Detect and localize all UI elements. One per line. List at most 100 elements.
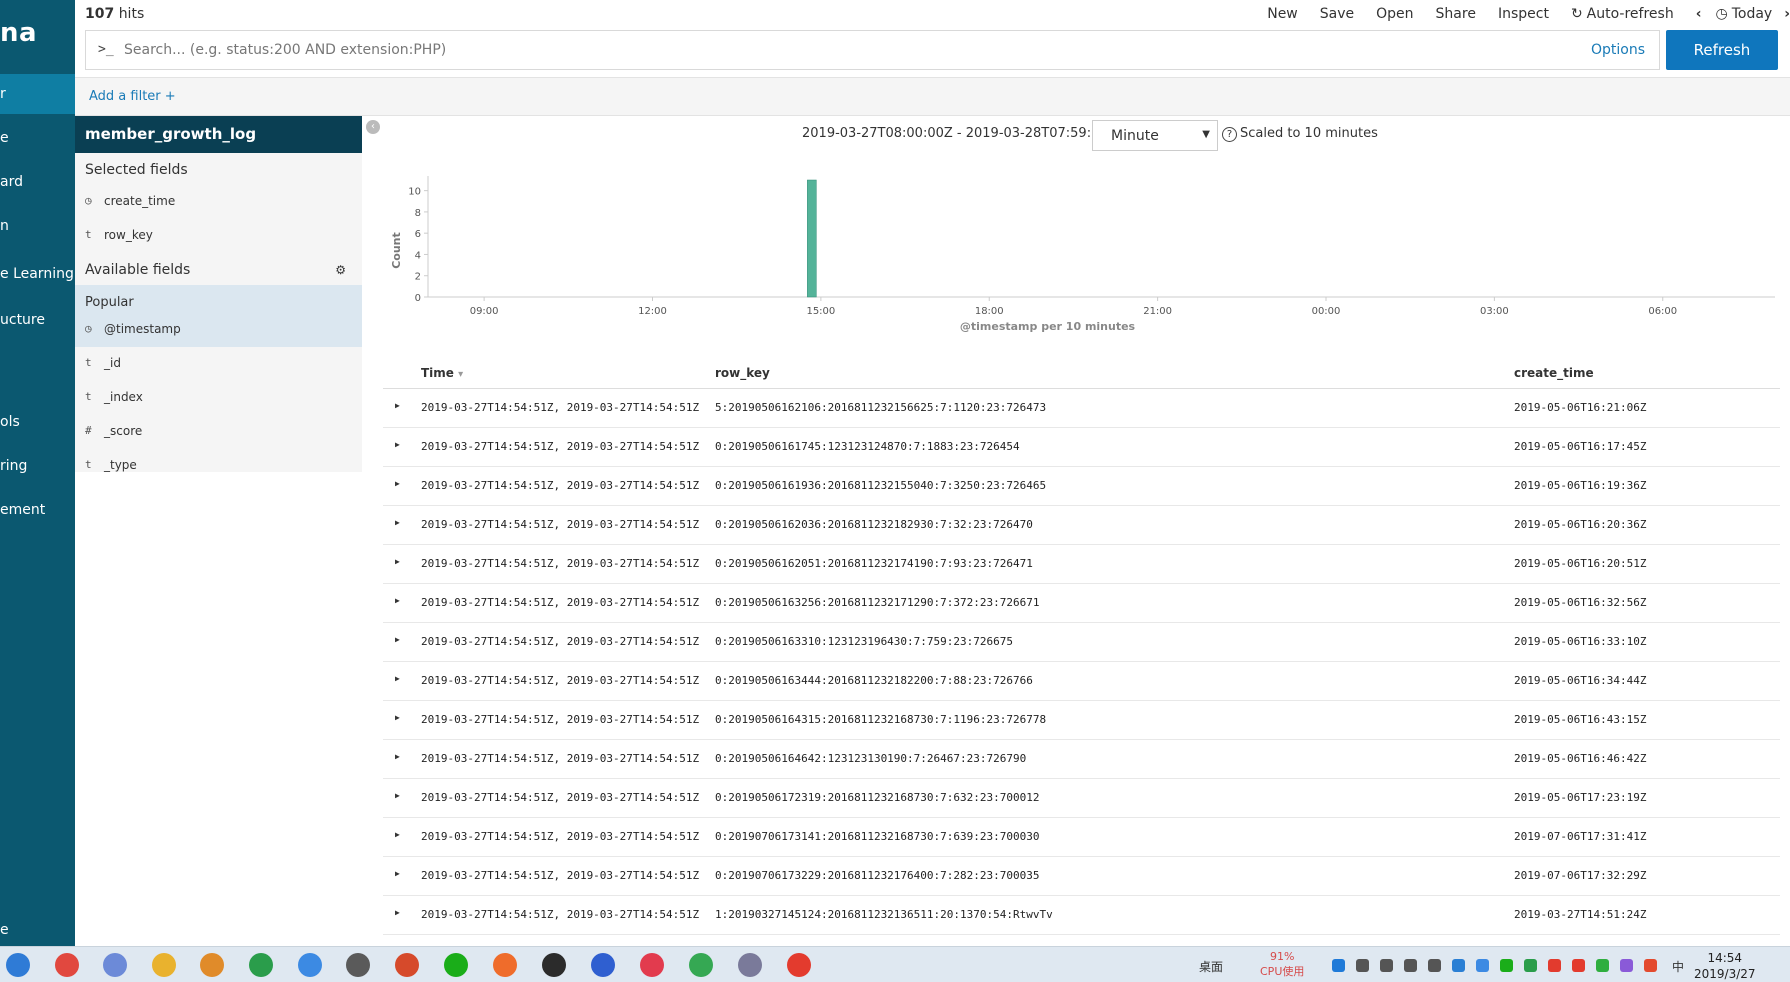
tray-help-icon[interactable]: [1332, 959, 1345, 972]
tray-wechat-icon[interactable]: [1500, 959, 1513, 972]
table-row[interactable]: ▶ 2019-03-27T14:54:51Z, 2019-03-27T14:54:…: [383, 779, 1780, 818]
field-index[interactable]: t _index: [75, 381, 362, 415]
tray-bluetooth-icon[interactable]: [1452, 959, 1465, 972]
add-filter-link[interactable]: Add a filter +: [89, 89, 176, 104]
taskbar-app-1-icon[interactable]: [6, 953, 30, 977]
taskbar-intellij-icon[interactable]: [591, 953, 615, 977]
interval-select[interactable]: Minute ▼: [1092, 120, 1218, 151]
field-id[interactable]: t _id: [75, 347, 362, 381]
tray-clock[interactable]: 14:54 2019/3/27: [1694, 950, 1756, 982]
table-row[interactable]: ▶ 2019-03-27T14:54:51Z, 2019-03-27T14:54:…: [383, 857, 1780, 896]
tray-network-icon[interactable]: [1404, 959, 1417, 972]
brand-logo[interactable]: na: [0, 18, 37, 48]
taskbar-chrome-2-icon[interactable]: [689, 953, 713, 977]
table-row[interactable]: ▶ 2019-03-27T14:54:51Z, 2019-03-27T14:54:…: [383, 896, 1780, 935]
table-row[interactable]: ▶ 2019-03-27T14:54:51Z, 2019-03-27T14:54:…: [383, 545, 1780, 584]
expand-row-icon[interactable]: ▶: [395, 401, 400, 410]
expand-row-icon[interactable]: ▶: [395, 752, 400, 761]
table-row[interactable]: ▶ 2019-03-27T14:54:51Z, 2019-03-27T14:54:…: [383, 428, 1780, 467]
table-row[interactable]: ▶ 2019-03-27T14:54:51Z, 2019-03-27T14:54:…: [383, 818, 1780, 857]
taskbar-explorer-icon[interactable]: [152, 953, 176, 977]
nav-item-5[interactable]: ucture: [0, 300, 75, 340]
taskbar-browser-icon[interactable]: [395, 953, 419, 977]
tray-red-icon[interactable]: [1644, 959, 1657, 972]
expand-row-icon[interactable]: ▶: [395, 674, 400, 683]
expand-row-icon[interactable]: ▶: [395, 791, 400, 800]
tray-green-icon[interactable]: [1596, 959, 1609, 972]
table-row[interactable]: ▶ 2019-03-27T14:54:51Z, 2019-03-27T14:54:…: [383, 701, 1780, 740]
search-input[interactable]: [124, 33, 1549, 67]
gear-icon[interactable]: ⚙: [335, 263, 346, 277]
taskbar-xmind-icon[interactable]: [640, 953, 664, 977]
nav-item-1[interactable]: e: [0, 118, 75, 158]
expand-row-icon[interactable]: ▶: [395, 713, 400, 722]
auto-refresh-button[interactable]: ↻ Auto-refresh: [1571, 6, 1674, 24]
taskbar-chrome-icon[interactable]: [249, 953, 273, 977]
nav-item-3[interactable]: n: [0, 206, 75, 246]
tray-chart-icon[interactable]: [1524, 959, 1537, 972]
table-row[interactable]: ▶ 2019-03-27T14:54:51Z, 2019-03-27T14:54:…: [383, 740, 1780, 779]
tray-feather-icon[interactable]: [1476, 959, 1489, 972]
taskbar-app-2-icon[interactable]: [55, 953, 79, 977]
taskbar-sublime-icon[interactable]: [200, 953, 224, 977]
field-timestamp[interactable]: ◷ @timestamp: [75, 313, 362, 347]
expand-row-icon[interactable]: ▶: [395, 596, 400, 605]
tray-volume-icon[interactable]: [1428, 959, 1441, 972]
field-type[interactable]: t _type: [75, 449, 362, 483]
taskbar-wechat-icon[interactable]: [444, 953, 468, 977]
expand-row-icon[interactable]: ▶: [395, 908, 400, 917]
taskbar-feather-icon[interactable]: [298, 953, 322, 977]
tray-desktop-label[interactable]: 桌面: [1199, 958, 1223, 975]
taskbar-app-3-icon[interactable]: [103, 953, 127, 977]
tray-purple-icon[interactable]: [1620, 959, 1633, 972]
taskbar-app-16-icon[interactable]: [738, 953, 762, 977]
share-button[interactable]: Share: [1436, 6, 1476, 24]
expand-row-icon[interactable]: ▶: [395, 635, 400, 644]
table-row[interactable]: ▶ 2019-03-27T14:54:51Z, 2019-03-27T14:54:…: [383, 389, 1780, 428]
nav-item-8[interactable]: ement: [0, 490, 75, 530]
table-row[interactable]: ▶ 2019-03-27T14:54:51Z, 2019-03-27T14:54:…: [383, 506, 1780, 545]
table-row[interactable]: ▶ 2019-03-27T14:54:51Z, 2019-03-27T14:54:…: [383, 467, 1780, 506]
open-button[interactable]: Open: [1376, 6, 1413, 24]
nav-item-2[interactable]: ard: [0, 162, 75, 202]
save-button[interactable]: Save: [1320, 6, 1354, 24]
options-link[interactable]: Options: [1591, 42, 1645, 58]
sort-desc-icon[interactable]: ▾: [458, 369, 463, 380]
nav-item-4[interactable]: e Learning: [0, 254, 75, 294]
tray-battery-icon[interactable]: [1380, 959, 1393, 972]
expand-row-icon[interactable]: ▶: [395, 869, 400, 878]
field-createtime[interactable]: ◷ create_time: [75, 185, 362, 219]
nav-item-0[interactable]: r: [0, 74, 75, 114]
expand-row-icon[interactable]: ▶: [395, 479, 400, 488]
nav-item-6[interactable]: ols: [0, 402, 75, 442]
time-picker-button[interactable]: ◷ Today: [1716, 6, 1773, 24]
tray-update-icon[interactable]: [1548, 959, 1561, 972]
ime-indicator[interactable]: 中: [1672, 958, 1684, 975]
table-row[interactable]: ▶ 2019-03-27T14:54:51Z, 2019-03-27T14:54:…: [383, 584, 1780, 623]
new-button[interactable]: New: [1267, 6, 1298, 24]
taskbar-postman-icon[interactable]: [493, 953, 517, 977]
taskbar-app-17-icon[interactable]: [787, 953, 811, 977]
field-rowkey[interactable]: t row_key: [75, 219, 362, 253]
taskbar-qq-icon[interactable]: [346, 953, 370, 977]
nav-item-7[interactable]: ring: [0, 446, 75, 486]
table-row[interactable]: ▶ 2019-03-27T14:54:51Z, 2019-03-27T14:54:…: [383, 662, 1780, 701]
column-create-time[interactable]: create_time: [1514, 366, 1594, 380]
collapse-sidebar-icon[interactable]: ‹: [366, 120, 380, 134]
index-pattern-selector[interactable]: member_growth_log: [75, 116, 362, 153]
tray-gift-icon[interactable]: [1572, 959, 1585, 972]
table-row[interactable]: ▶ 2019-03-27T14:54:51Z, 2019-03-27T14:54:…: [383, 623, 1780, 662]
help-icon[interactable]: ?: [1222, 127, 1237, 142]
time-next-button[interactable]: ›: [1784, 6, 1790, 24]
nav-item-9[interactable]: e: [0, 910, 75, 946]
inspect-button[interactable]: Inspect: [1498, 6, 1549, 24]
column-time[interactable]: Time ▾: [421, 366, 463, 380]
expand-row-icon[interactable]: ▶: [395, 830, 400, 839]
expand-row-icon[interactable]: ▶: [395, 440, 400, 449]
time-prev-button[interactable]: ‹: [1696, 6, 1702, 24]
refresh-button[interactable]: Refresh: [1666, 30, 1778, 70]
field-score[interactable]: # _score: [75, 415, 362, 449]
expand-row-icon[interactable]: ▶: [395, 557, 400, 566]
column-row-key[interactable]: row_key: [715, 366, 770, 380]
tray-chevron-up-icon[interactable]: [1356, 959, 1369, 972]
